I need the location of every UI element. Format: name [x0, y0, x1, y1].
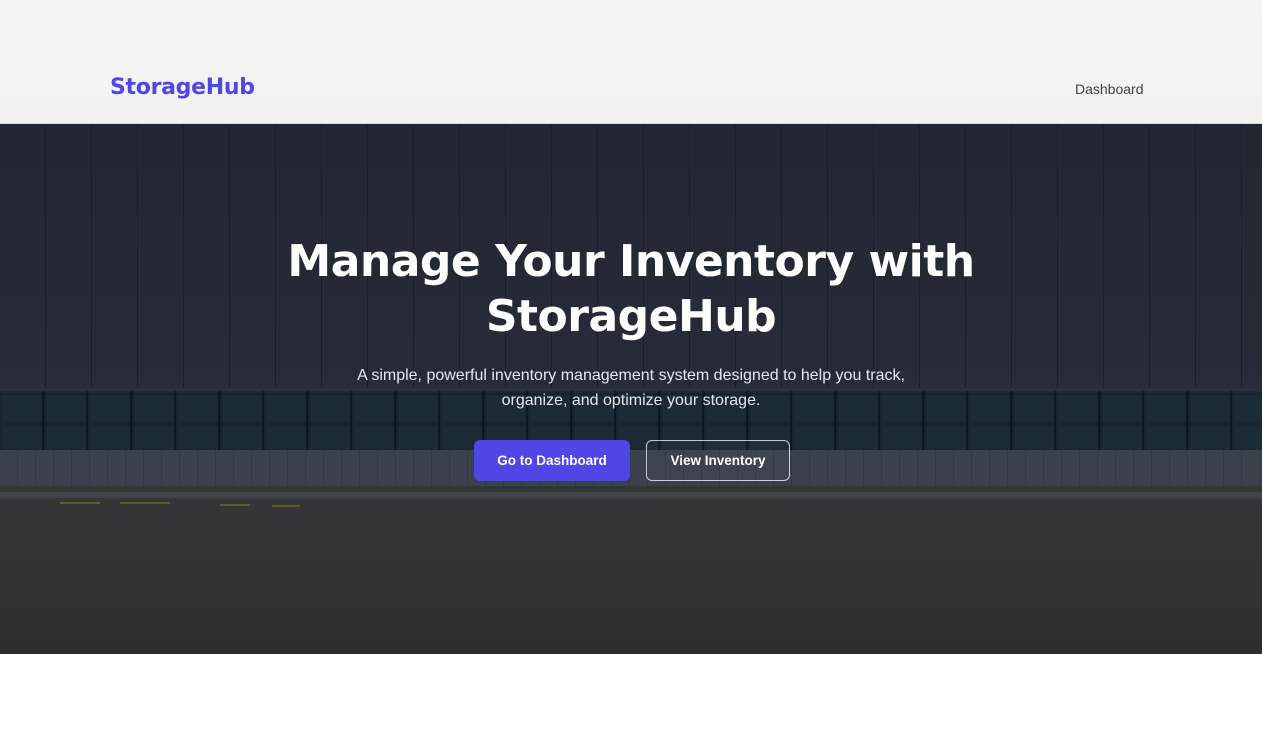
- hero-title: Manage Your Inventory with StorageHub: [287, 236, 975, 342]
- hero-section: Manage Your Inventory with StorageHub A …: [0, 124, 1262, 654]
- site-header: StorageHub Dashboard: [0, 0, 1262, 124]
- view-inventory-button[interactable]: View Inventory: [646, 440, 790, 481]
- landing-page: StorageHub Dashboard Manage Your Invento…: [0, 0, 1262, 738]
- logo-link[interactable]: StorageHub: [110, 75, 255, 100]
- go-to-dashboard-button[interactable]: Go to Dashboard: [474, 440, 630, 481]
- hero-subtitle: A simple, powerful inventory management …: [357, 367, 905, 409]
- nav-link-dashboard[interactable]: Dashboard: [1075, 81, 1144, 97]
